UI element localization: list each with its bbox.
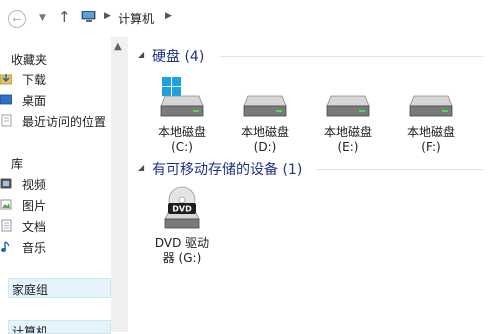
documents-library-icon bbox=[1, 219, 12, 232]
collapse-triangle-icon[interactable]: ◢ bbox=[138, 163, 144, 172]
download-folder-icon bbox=[0, 74, 12, 85]
sidebar-item-label: 计算机 bbox=[12, 325, 49, 334]
drive-name: DVD 驱动 bbox=[154, 236, 210, 250]
content-pane: ◢ 硬盘 (4) 本地磁盘 (C:) 本地磁盘 (D:) 本地磁盘 (E:) 本… bbox=[128, 37, 488, 332]
hard-drive-icon bbox=[243, 95, 287, 117]
drive-name: 本地磁盘 bbox=[406, 125, 455, 139]
drive-g-dvd[interactable]: DVD DVD 驱动 器 (G:) bbox=[142, 185, 222, 266]
drive-letter: (D:) bbox=[253, 140, 277, 154]
group-title: 有可移动存储的设备 (1) bbox=[152, 162, 303, 178]
pictures-library-icon bbox=[0, 199, 12, 210]
sidebar-item-label: 最近访问的位置 bbox=[22, 115, 107, 129]
favorites-header[interactable]: 收藏夹 bbox=[11, 51, 47, 68]
hard-drive-icon bbox=[409, 95, 453, 117]
sidebar-item-documents[interactable]: 文档 bbox=[0, 216, 111, 236]
recent-locations-chevron-icon[interactable]: ▼ bbox=[39, 13, 46, 23]
address-bar: ← ▼ ↑ ▶ 计算机 ▶ bbox=[0, 0, 488, 37]
music-library-icon bbox=[1, 241, 10, 252]
desktop-icon bbox=[0, 94, 12, 105]
drive-f[interactable]: 本地磁盘 (F:) bbox=[391, 76, 471, 155]
sidebar-item-label: 图片 bbox=[22, 199, 47, 213]
dvd-badge: DVD bbox=[172, 205, 192, 214]
group-header-hard-drives[interactable]: ◢ 硬盘 (4) bbox=[138, 46, 483, 66]
sidebar-item-desktop[interactable]: 桌面 bbox=[0, 90, 111, 110]
sidebar-item-homegroup[interactable]: 家庭组 bbox=[8, 278, 111, 298]
videos-library-icon bbox=[0, 178, 12, 189]
sidebar-scrollbar[interactable]: ▲ bbox=[111, 37, 128, 332]
sidebar-item-label: 桌面 bbox=[22, 94, 47, 108]
recent-places-icon bbox=[1, 114, 12, 127]
drive-name: 本地磁盘 bbox=[323, 125, 372, 139]
drive-letter: (F:) bbox=[421, 140, 441, 154]
up-arrow-icon[interactable]: ↑ bbox=[58, 8, 71, 26]
dvd-drive-icon: DVD bbox=[164, 186, 200, 229]
hard-drive-icon bbox=[326, 95, 370, 117]
sidebar-item-label: 视频 bbox=[22, 178, 47, 192]
sidebar-item-videos[interactable]: 视频 bbox=[0, 174, 111, 194]
sidebar-item-label: 家庭组 bbox=[12, 283, 49, 297]
system-drive-icon bbox=[160, 77, 204, 117]
sidebar-item-label: 文档 bbox=[22, 220, 47, 234]
breadcrumb-separator-icon[interactable]: ▶ bbox=[165, 11, 172, 21]
windows-logo-icon bbox=[162, 77, 181, 96]
libraries-header[interactable]: 库 bbox=[11, 155, 23, 172]
breadcrumb-separator-icon[interactable]: ▶ bbox=[104, 11, 111, 21]
breadcrumb-computer[interactable]: 计算机 bbox=[118, 10, 154, 27]
drive-name: 本地磁盘 bbox=[240, 125, 289, 139]
sidebar-item-label: 下载 bbox=[22, 73, 47, 87]
sidebar-item-recent-places[interactable]: 最近访问的位置 bbox=[0, 111, 111, 131]
sidebar-item-downloads[interactable]: 下载 bbox=[0, 69, 111, 89]
drive-d[interactable]: 本地磁盘 (D:) bbox=[225, 76, 305, 155]
computer-icon bbox=[81, 11, 96, 22]
sidebar-item-pictures[interactable]: 图片 bbox=[0, 195, 111, 215]
scroll-up-icon[interactable]: ▲ bbox=[114, 41, 122, 52]
drive-e[interactable]: 本地磁盘 (E:) bbox=[308, 76, 388, 155]
group-divider bbox=[316, 169, 483, 170]
group-title: 硬盘 (4) bbox=[152, 49, 205, 65]
group-header-removable[interactable]: ◢ 有可移动存储的设备 (1) bbox=[138, 159, 483, 179]
drive-name: 本地磁盘 bbox=[157, 125, 206, 139]
drive-letter: 器 (G:) bbox=[162, 251, 202, 265]
drive-letter: (E:) bbox=[337, 140, 359, 154]
drive-letter: (C:) bbox=[171, 140, 193, 154]
sidebar-item-label: 音乐 bbox=[22, 241, 47, 255]
sidebar-item-music[interactable]: 音乐 bbox=[0, 237, 111, 257]
group-divider bbox=[220, 56, 483, 57]
back-button[interactable]: ← bbox=[8, 10, 26, 28]
navigation-pane: ▲ 收藏夹 下载 桌面 最近访问的位置 库 视频 图片 文档 音乐 家庭组 计算… bbox=[0, 37, 128, 334]
drive-c[interactable]: 本地磁盘 (C:) bbox=[142, 76, 222, 155]
collapse-triangle-icon[interactable]: ◢ bbox=[138, 50, 144, 59]
